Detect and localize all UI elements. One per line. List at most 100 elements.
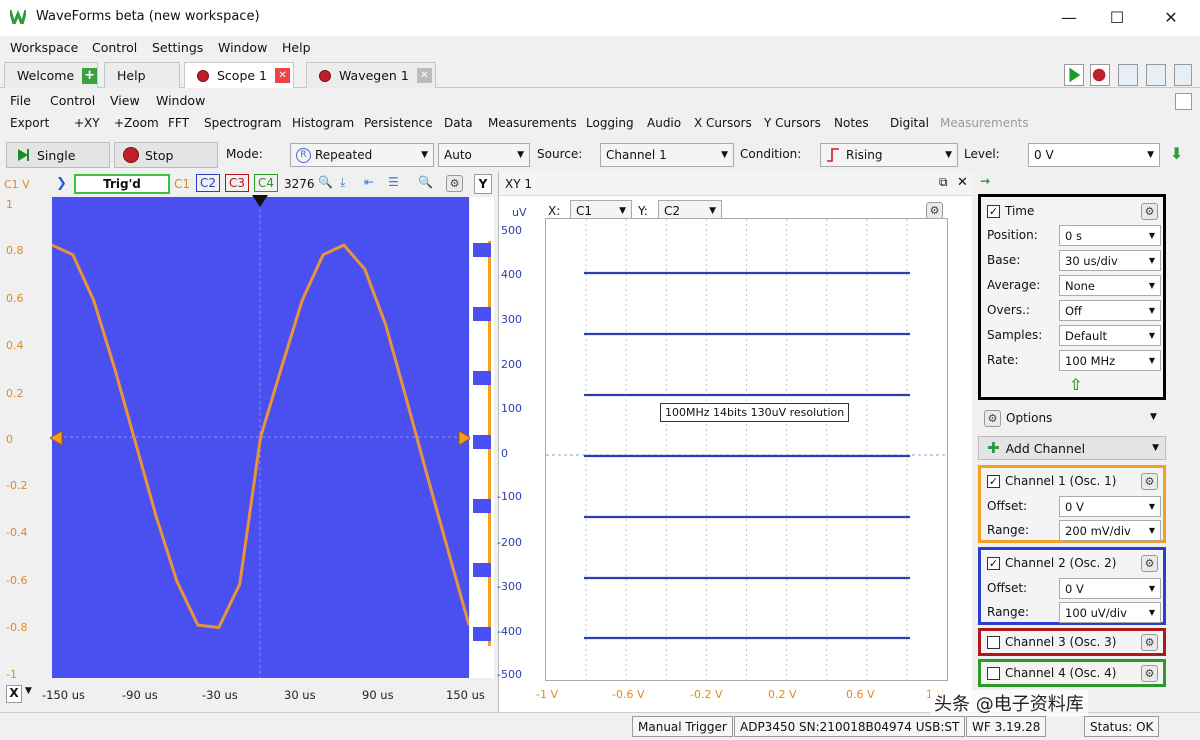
condition-select[interactable]: Rising ▼ — [820, 143, 958, 167]
channel-3-checkbox[interactable] — [987, 636, 1000, 649]
tool-fft[interactable]: FFT — [168, 116, 189, 130]
x-tick: 0.6 V — [846, 688, 875, 701]
y-axis-button[interactable]: Y — [474, 174, 492, 194]
tool-digital[interactable]: Digital — [890, 116, 929, 130]
average-select[interactable]: None ▼ — [1059, 275, 1161, 296]
tab-scope-1[interactable]: Scope 1 ✕ — [184, 62, 294, 88]
chevron-down-icon: ▼ — [619, 206, 626, 216]
channel-1-checkbox[interactable]: ✓ — [987, 475, 1000, 488]
stop-button[interactable]: Stop — [114, 142, 218, 168]
magnifier-icon[interactable]: 🔍 — [418, 175, 433, 189]
rate-select[interactable]: 100 MHz ▼ — [1059, 350, 1161, 371]
settings-icon[interactable] — [1174, 64, 1192, 86]
align-left-icon[interactable]: ⇤ — [364, 175, 374, 189]
source-select[interactable]: Channel 1 ▼ — [600, 143, 734, 167]
tool-measurements[interactable]: Measurements — [488, 116, 577, 130]
stop-icon[interactable] — [1090, 64, 1110, 86]
panel-toggle-icon[interactable] — [1175, 93, 1192, 110]
version-info: WF 3.19.28 — [966, 716, 1047, 737]
oversampling-select[interactable]: Off ▼ — [1059, 300, 1161, 321]
xy-plot[interactable]: 100MHz 14bits 130uV resolution — [545, 218, 948, 681]
channel-4-checkbox[interactable] — [987, 667, 1000, 680]
channel-c3-toggle[interactable]: C3 — [225, 174, 250, 192]
trigger-level-marker-right-icon[interactable] — [455, 431, 471, 445]
trigger-toolbar: Single Stop Mode: R Repeated ▼ Auto ▼ Sourc… — [0, 140, 1200, 170]
tab-welcome[interactable]: Welcome + — [4, 62, 98, 88]
layout-tile-icon[interactable] — [1146, 64, 1166, 86]
arrow-up-icon[interactable]: ⇧ — [1069, 375, 1082, 394]
layout-float-icon[interactable] — [1118, 64, 1138, 86]
channel-2-checkbox[interactable]: ✓ — [987, 557, 1000, 570]
close-tab-icon[interactable]: ✕ — [416, 68, 432, 83]
chevron-down-icon[interactable]: ▼ — [25, 686, 32, 696]
channel-1-offset-select[interactable]: 0 V ▼ — [1059, 496, 1161, 517]
position-select[interactable]: 0 s ▼ — [1059, 225, 1161, 246]
arrow-down-icon[interactable]: ⬇ — [1170, 144, 1183, 163]
manual-trigger-button[interactable]: Manual Trigger — [632, 716, 733, 737]
menu-scope-control[interactable]: Control — [50, 91, 95, 108]
menu-settings[interactable]: Settings — [152, 38, 203, 55]
base-select[interactable]: 30 us/div ▼ — [1059, 250, 1161, 271]
tool-spectrogram[interactable]: Spectrogram — [204, 116, 282, 130]
single-button[interactable]: Single — [6, 142, 110, 168]
y-tick: -0.6 — [6, 574, 28, 587]
x-axis-button[interactable]: X — [6, 685, 22, 703]
minimize-button[interactable]: — — [1052, 4, 1086, 30]
close-button[interactable]: ✕ — [1154, 4, 1188, 30]
menu-control[interactable]: Control — [92, 38, 137, 55]
gear-icon[interactable]: ⚙ — [446, 175, 463, 192]
zoom-icon[interactable]: 🔍 — [318, 175, 333, 189]
tool-export[interactable]: Export — [10, 116, 49, 130]
trigger-position-marker-icon[interactable] — [250, 195, 270, 209]
menu-file[interactable]: File — [10, 91, 31, 108]
gear-icon[interactable]: ⚙ — [1141, 665, 1158, 682]
menu-view[interactable]: View — [110, 91, 140, 108]
channel-c2-toggle[interactable]: C2 — [196, 174, 221, 192]
run-icon[interactable] — [1064, 64, 1084, 86]
tab-help[interactable]: Help — [104, 62, 180, 88]
tool-histogram[interactable]: Histogram — [292, 116, 354, 130]
tool-audio[interactable]: Audio — [647, 116, 681, 130]
menu-scope-window[interactable]: Window — [156, 91, 205, 108]
mode-select[interactable]: R Repeated ▼ — [290, 143, 434, 167]
channel-2-range-select[interactable]: 100 uV/div ▼ — [1059, 602, 1161, 623]
scope-plot[interactable] — [52, 197, 469, 678]
channel-c1-toggle[interactable]: C1 — [174, 177, 190, 191]
gear-icon[interactable]: ⚙ — [926, 202, 943, 219]
channel-2-offset-select[interactable]: 0 V ▼ — [1059, 578, 1161, 599]
options-label[interactable]: Options — [1006, 411, 1052, 425]
tool-persistence[interactable]: Persistence — [364, 116, 433, 130]
maximize-button[interactable]: ☐ — [1100, 4, 1134, 30]
auto-select[interactable]: Auto ▼ — [438, 143, 530, 167]
tool-zoom[interactable]: +Zoom — [114, 116, 159, 130]
tool-data[interactable]: Data — [444, 116, 473, 130]
tool-x-cursors[interactable]: X Cursors — [694, 116, 752, 130]
level-input[interactable]: 0 V ▼ — [1028, 143, 1160, 167]
cursor-icon[interactable]: ⤓ — [340, 175, 345, 190]
time-checkbox[interactable]: ✓ — [987, 205, 1000, 218]
samples-select[interactable]: Default ▼ — [1059, 325, 1161, 346]
channel-c4-toggle[interactable]: C4 — [254, 174, 279, 192]
chevron-right-icon[interactable]: ❯ — [56, 176, 67, 191]
menu-window[interactable]: Window — [218, 38, 267, 55]
arrow-right-icon[interactable]: → — [980, 174, 990, 188]
grid-icon[interactable]: ☰ — [388, 175, 399, 189]
gear-icon[interactable]: ⚙ — [1141, 634, 1158, 651]
menu-workspace[interactable]: Workspace — [10, 38, 78, 55]
tool-y-cursors[interactable]: Y Cursors — [764, 116, 821, 130]
gear-icon[interactable]: ⚙ — [1141, 473, 1158, 490]
tool-logging[interactable]: Logging — [586, 116, 634, 130]
close-tab-icon[interactable]: ✕ — [275, 68, 291, 83]
tool-xy[interactable]: +XY — [74, 116, 100, 130]
tool-notes[interactable]: Notes — [834, 116, 869, 130]
tab-wavegen-1[interactable]: Wavegen 1 ✕ — [306, 62, 436, 88]
gear-icon[interactable]: ⚙ — [1141, 555, 1158, 572]
close-icon[interactable]: ✕ — [957, 175, 968, 190]
restore-icon[interactable]: ⧉ — [939, 175, 948, 190]
gear-icon[interactable]: ⚙ — [1141, 203, 1158, 220]
chevron-down-icon[interactable]: ▼ — [1150, 412, 1157, 422]
trigger-level-marker-icon[interactable] — [50, 431, 66, 445]
add-channel-button[interactable]: ✚ Add Channel ▼ — [978, 436, 1166, 460]
channel-1-range-select[interactable]: 200 mV/div ▼ — [1059, 520, 1161, 541]
menu-help[interactable]: Help — [282, 38, 311, 55]
